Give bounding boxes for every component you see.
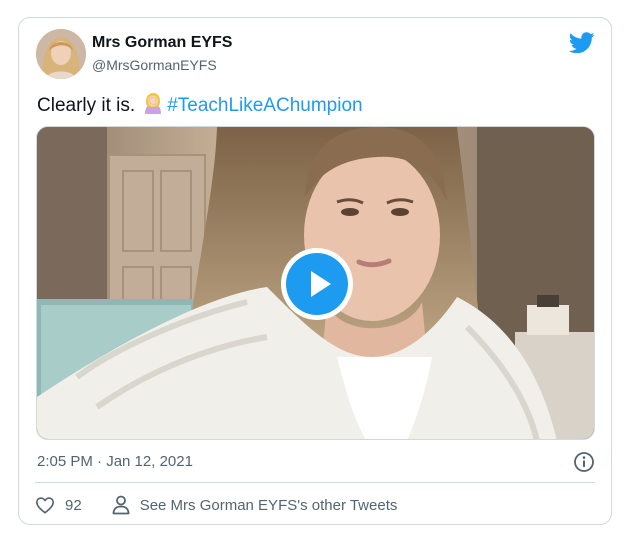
info-icon[interactable] bbox=[573, 451, 595, 473]
tweet-body: Clearly it is. bbox=[37, 95, 136, 116]
video-player[interactable] bbox=[36, 126, 595, 440]
tweet-timestamp[interactable]: 2:05 PM · Jan 12, 2021 bbox=[37, 453, 193, 470]
author-handle[interactable]: @MrsGormanEYFS bbox=[92, 57, 217, 73]
tweet-actions: 92 See Mrs Gorman EYFS's other Tweets bbox=[35, 493, 397, 517]
hashtag-link[interactable]: #TeachLikeAChumpion bbox=[167, 95, 362, 116]
tweet-text: Clearly it is. #TeachLikeAChumpion bbox=[37, 92, 363, 120]
see-other-tweets-label: See Mrs Gorman EYFS's other Tweets bbox=[139, 496, 398, 514]
heart-icon bbox=[35, 496, 55, 514]
avatar-photo bbox=[36, 29, 86, 79]
person-icon bbox=[112, 495, 130, 515]
woman-facepalming-emoji-icon bbox=[143, 92, 163, 120]
embedded-tweet-card[interactable]: Mrs Gorman EYFS @MrsGormanEYFS Clearly i… bbox=[18, 17, 612, 525]
play-triangle bbox=[311, 271, 331, 297]
play-icon bbox=[286, 253, 348, 315]
play-button[interactable] bbox=[281, 248, 353, 320]
like-button[interactable]: 92 bbox=[35, 496, 82, 514]
see-other-tweets-link[interactable]: See Mrs Gorman EYFS's other Tweets bbox=[112, 495, 398, 515]
twitter-bird-icon[interactable] bbox=[568, 32, 595, 54]
avatar[interactable] bbox=[36, 29, 86, 79]
author-name[interactable]: Mrs Gorman EYFS bbox=[92, 34, 232, 52]
like-count: 92 bbox=[65, 496, 82, 514]
divider bbox=[35, 482, 595, 483]
